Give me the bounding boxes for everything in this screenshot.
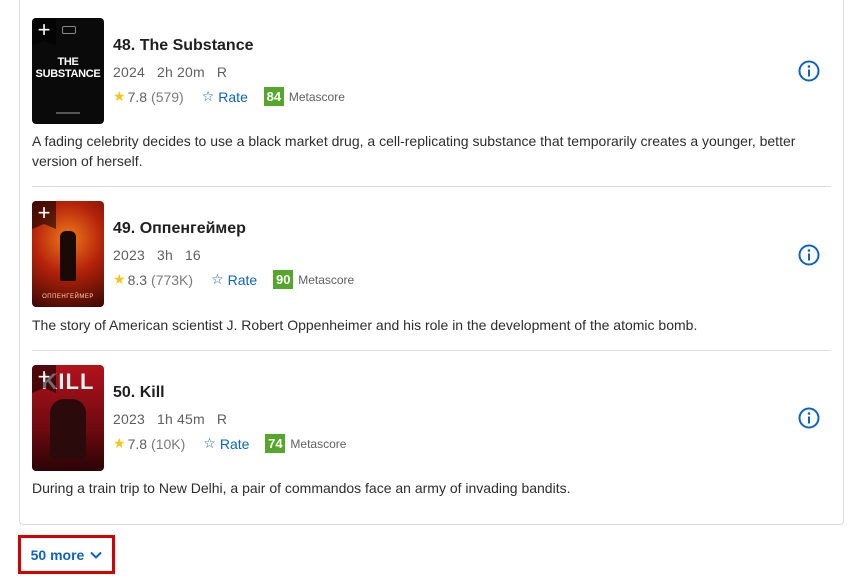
rating-row: ★ 8.3 (773K) ☆ Rate 90 Metascore: [113, 270, 354, 289]
star-outline-icon: ☆: [211, 271, 224, 287]
poster-title-text: ОППЕНГЕЙМЕР: [42, 294, 94, 300]
title-link[interactable]: 48. The Substance: [113, 37, 254, 55]
rating-row: ★ 7.8 (579) ☆ Rate 84 Metascore: [113, 87, 345, 106]
poster-figure: [50, 399, 86, 459]
runtime: 3h: [156, 247, 173, 263]
title-metadata: 2023 3h 16: [113, 247, 213, 263]
rate-button[interactable]: ☆ Rate: [211, 271, 257, 288]
star-outline-icon: ☆: [203, 435, 216, 451]
title-link[interactable]: 49. Оппенгеймер: [113, 220, 246, 238]
metascore-badge: 90: [273, 270, 294, 289]
rate-button[interactable]: ☆ Rate: [202, 88, 248, 105]
plot-description: During a train trip to New Delhi, a pair…: [32, 480, 571, 496]
poster-title-text: THE SUBSTANCE: [35, 56, 101, 80]
poster-kill[interactable]: KILL +: [32, 365, 104, 471]
festival-laurel-icon: [62, 26, 76, 34]
year: 2023: [113, 411, 145, 427]
plot-description: The story of American scientist J. Rober…: [32, 317, 698, 333]
rate-label: Rate: [218, 88, 248, 105]
title-list-panel: THE SUBSTANCE + 48. The Substance 2024 2h…: [19, 0, 844, 525]
imdb-rating: 7.8: [127, 88, 148, 105]
metascore-badge: 74: [265, 434, 286, 453]
vote-count: (579): [151, 88, 184, 105]
vote-count: (10K): [151, 435, 186, 452]
certificate: R: [216, 64, 228, 80]
certificate: R: [216, 411, 228, 427]
divider: [32, 186, 831, 187]
metascore-label: Metascore: [290, 436, 347, 451]
vote-count: (773K): [151, 271, 194, 288]
title-metadata: 2024 2h 20m R: [113, 64, 239, 80]
chevron-down-icon: [90, 551, 103, 559]
star-outline-icon: ☆: [201, 88, 215, 104]
info-icon[interactable]: [798, 407, 820, 429]
metascore-label: Metascore: [298, 272, 355, 287]
rating-row: ★ 7.8 (10K) ☆ Rate 74 Metascore: [113, 434, 346, 453]
metascore-badge: 84: [263, 87, 284, 106]
star-icon: ★: [113, 435, 126, 451]
poster-figure: [60, 231, 76, 281]
certificate: 16: [184, 247, 201, 263]
rate-label: Rate: [219, 435, 250, 452]
year: 2023: [113, 247, 145, 263]
poster-credits: [56, 112, 80, 114]
year: 2024: [113, 64, 145, 80]
star-icon: ★: [113, 88, 126, 104]
show-more-button[interactable]: 50 more: [18, 535, 115, 574]
info-icon[interactable]: [798, 244, 820, 266]
add-to-watchlist-button[interactable]: +: [32, 201, 56, 229]
title-link[interactable]: 50. Kill: [113, 384, 165, 402]
show-more-label: 50 more: [30, 546, 85, 563]
rate-button[interactable]: ☆ Rate: [203, 435, 249, 452]
add-to-watchlist-button[interactable]: +: [32, 18, 56, 46]
divider: [32, 350, 831, 351]
imdb-rating: 7.8: [127, 435, 148, 452]
metascore-label: Metascore: [288, 89, 345, 104]
poster-the-substance[interactable]: THE SUBSTANCE +: [32, 18, 104, 124]
runtime: 2h 20m: [156, 64, 205, 80]
rate-label: Rate: [227, 271, 258, 288]
plot-description: A fading celebrity decides to use a blac…: [32, 133, 796, 169]
runtime: 1h 45m: [156, 411, 205, 427]
imdb-rating: 8.3: [127, 271, 148, 288]
poster-oppenheimer[interactable]: ОППЕНГЕЙМЕР +: [32, 201, 104, 307]
title-metadata: 2023 1h 45m R: [113, 411, 239, 427]
star-icon: ★: [113, 271, 126, 287]
info-icon[interactable]: [798, 60, 820, 82]
